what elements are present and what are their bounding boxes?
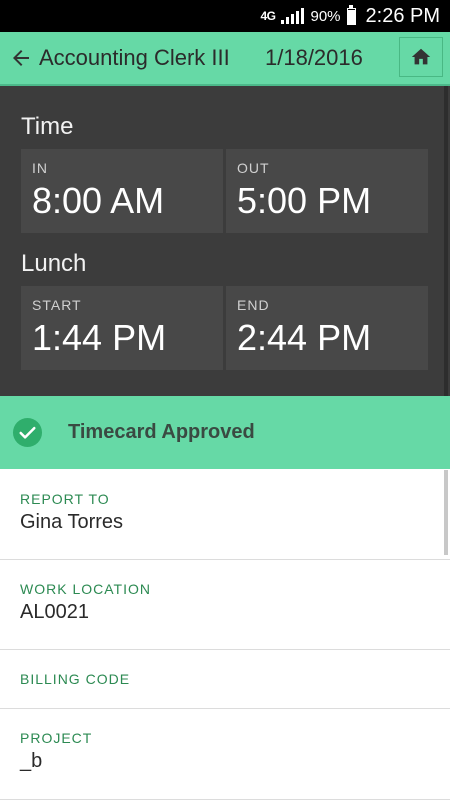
check-circle-icon [12, 417, 43, 448]
home-icon [411, 48, 431, 65]
time-out-value: 5:00 PM [237, 180, 372, 221]
time-in-value: 8:00 AM [32, 180, 165, 221]
lunch-start-tile[interactable]: START 1:44 PM [21, 286, 223, 370]
project-label: PROJECT [20, 730, 93, 746]
lunch-start-label: START [32, 297, 82, 313]
time-in-label: IN [32, 160, 48, 176]
project-field[interactable]: PROJECT _b [0, 709, 450, 800]
battery-percent: 90% [310, 7, 341, 25]
report-to-label: REPORT TO [20, 491, 110, 507]
lunch-end-value: 2:44 PM [237, 317, 372, 358]
billing-code-label: BILLING CODE [20, 671, 131, 687]
billing-code-field[interactable]: BILLING CODE [0, 650, 450, 709]
job-title: Accounting Clerk III [39, 45, 230, 70]
home-button[interactable] [399, 37, 443, 77]
arrow-left-icon[interactable] [9, 46, 33, 70]
lunch-start-value: 1:44 PM [32, 317, 167, 358]
project-value: _b [20, 750, 43, 772]
approval-banner: Timecard Approved [0, 396, 450, 469]
time-in-tile[interactable]: IN 8:00 AM [21, 149, 223, 233]
time-panel: Time IN 8:00 AM OUT 5:00 PM Lunch START … [0, 86, 450, 396]
status-time: 2:26 PM [365, 4, 440, 27]
page-scrollbar[interactable] [444, 470, 448, 555]
work-location-value: AL0021 [20, 601, 89, 623]
work-location-label: WORK LOCATION [20, 581, 151, 597]
work-location-field[interactable]: WORK LOCATION AL0021 [0, 560, 450, 650]
time-out-label: OUT [237, 160, 270, 176]
approval-status-text: Timecard Approved [68, 421, 255, 443]
battery-icon [346, 4, 356, 25]
lunch-end-tile[interactable]: END 2:44 PM [226, 286, 428, 370]
lunch-section-title: Lunch [21, 250, 87, 277]
app-bar: Accounting Clerk III 1/18/2016 [0, 32, 450, 86]
time-out-tile[interactable]: OUT 5:00 PM [226, 149, 428, 233]
network-indicator: 4G [260, 9, 276, 23]
status-bar: 4G 90% 2:26 PM [0, 0, 450, 32]
report-to-value: Gina Torres [20, 511, 124, 533]
signal-icon [281, 8, 305, 24]
time-section-title: Time [21, 113, 74, 140]
lunch-end-label: END [237, 297, 270, 313]
panel-scrollbar[interactable] [444, 86, 448, 396]
report-to-field[interactable]: REPORT TO Gina Torres [0, 469, 450, 560]
timecard-date: 1/18/2016 [265, 45, 363, 70]
